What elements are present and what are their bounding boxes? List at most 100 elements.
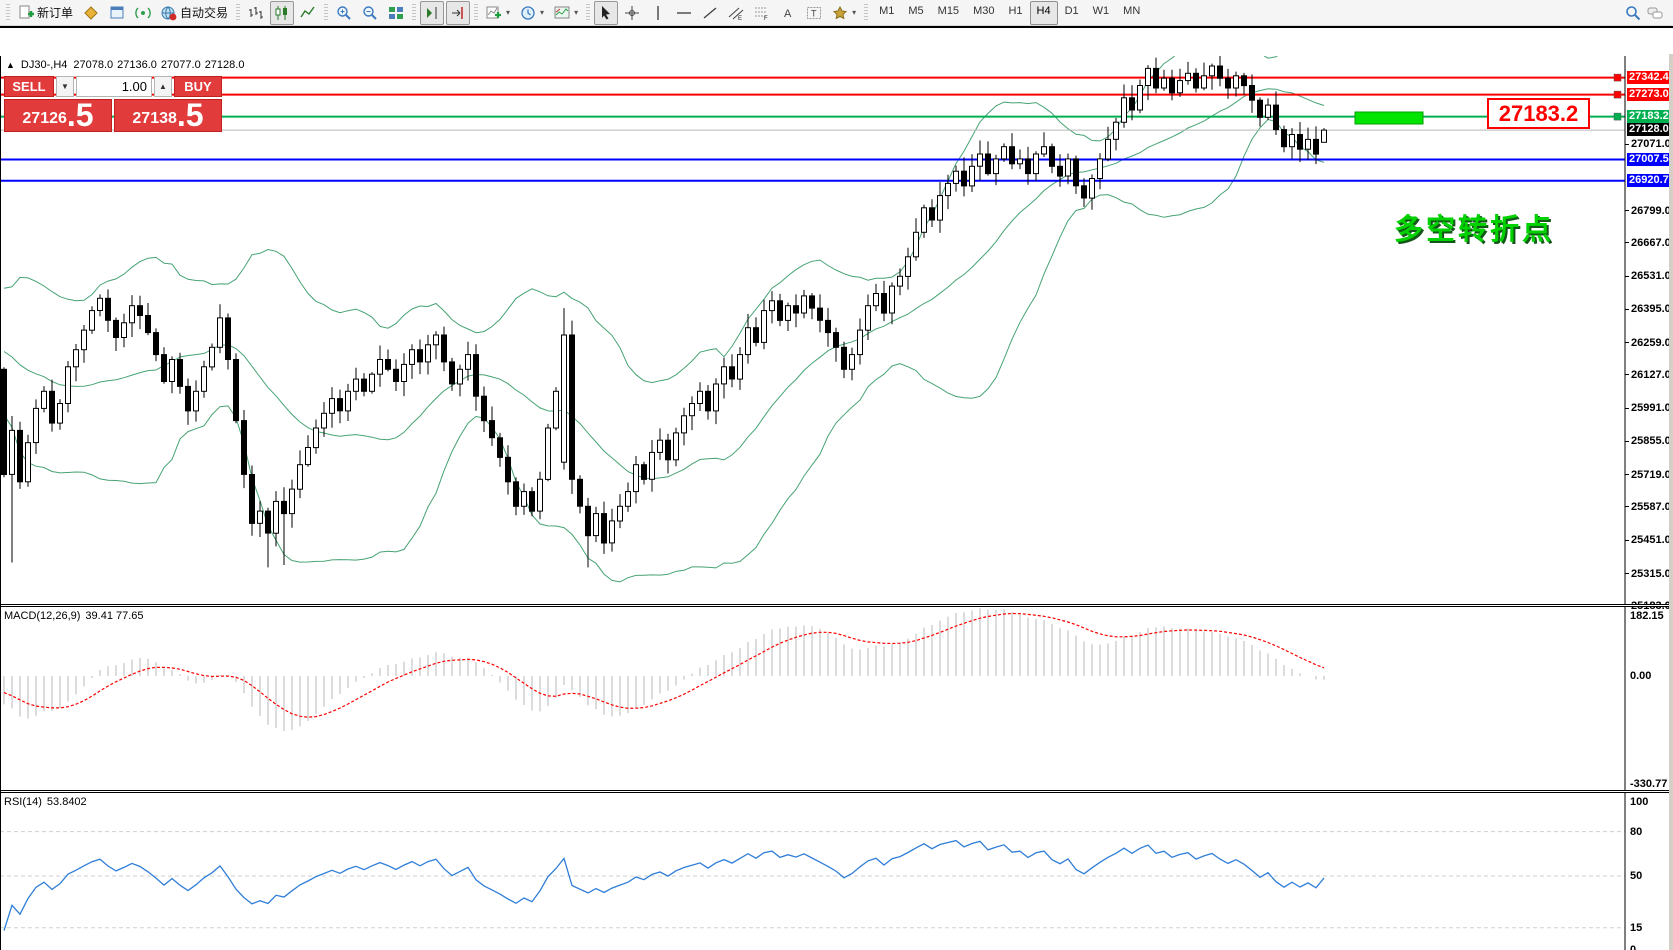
sell-price-box[interactable]: 27126.5 bbox=[4, 99, 112, 132]
svg-text:F: F bbox=[764, 16, 768, 21]
timeframe-button-M1[interactable]: M1 bbox=[872, 1, 901, 25]
collapse-arrow-icon[interactable]: ▲ bbox=[6, 60, 15, 70]
timeframe-button-MN[interactable]: MN bbox=[1116, 1, 1147, 25]
svg-text:A: A bbox=[784, 8, 792, 20]
dropdown-arrow-icon: ▾ bbox=[574, 8, 578, 17]
ohlc-open: 27078.0 bbox=[73, 59, 113, 71]
rsi-scale-50: 50 bbox=[1630, 870, 1642, 882]
rsi-scale-80: 80 bbox=[1630, 826, 1642, 838]
rsi-scale-0: 0 bbox=[1630, 944, 1636, 950]
auto-trading-button[interactable]: 自动交易 bbox=[157, 1, 232, 25]
ohlc-close: 27128.0 bbox=[205, 59, 245, 71]
price-tick-26259.0: 26259.0 bbox=[1631, 337, 1671, 349]
price-tick-25855.0: 25855.0 bbox=[1631, 435, 1671, 447]
price-label-26920.7: 26920.7 bbox=[1627, 174, 1673, 187]
search-icon[interactable] bbox=[1625, 5, 1641, 21]
shapes-button[interactable]: ▾ bbox=[828, 1, 860, 25]
timeframe-button-H4[interactable]: H4 bbox=[1030, 1, 1058, 25]
toolbar-gripper bbox=[474, 4, 478, 22]
cursor-button[interactable] bbox=[594, 1, 618, 25]
rsi-scale-15: 15 bbox=[1630, 922, 1642, 934]
crosshair-button[interactable] bbox=[620, 1, 644, 25]
ohlc-high: 27136.0 bbox=[117, 59, 157, 71]
buy-price-main: 27138 bbox=[132, 108, 177, 130]
price-tick-25587.0: 25587.0 bbox=[1631, 501, 1671, 513]
timeframe-button-H1[interactable]: H1 bbox=[1001, 1, 1029, 25]
vertical-line-button[interactable] bbox=[646, 1, 670, 25]
mt4-window: 新订单 自动交易 bbox=[0, 0, 1673, 950]
toolbar-gripper bbox=[236, 4, 240, 22]
ohlc-low: 27077.0 bbox=[161, 59, 201, 71]
timeframe-button-M15[interactable]: M15 bbox=[931, 1, 966, 25]
macd-value: 39.41 bbox=[85, 610, 113, 622]
market-watch-button[interactable] bbox=[79, 1, 103, 25]
volume-increase-button[interactable]: ▲ bbox=[154, 76, 172, 97]
zoom-in-button[interactable] bbox=[332, 1, 356, 25]
new-order-button[interactable]: 新订单 bbox=[14, 1, 77, 25]
navigator-button[interactable] bbox=[131, 1, 155, 25]
channel-button[interactable]: E bbox=[724, 1, 748, 25]
buy-button[interactable]: BUY bbox=[174, 76, 222, 97]
price-tick-26127.0: 26127.0 bbox=[1631, 369, 1671, 381]
timeframe-group: M1M5M15M30H1H4D1W1MN bbox=[872, 1, 1147, 25]
new-order-label: 新订单 bbox=[37, 4, 73, 21]
timeframe-button-W1[interactable]: W1 bbox=[1086, 1, 1117, 25]
price-label-27342.4: 27342.4 bbox=[1627, 71, 1673, 84]
fibonacci-button[interactable]: F bbox=[750, 1, 774, 25]
cn-annotation-text[interactable]: 多空转折点 bbox=[1394, 206, 1554, 248]
sell-button[interactable]: SELL bbox=[4, 76, 54, 97]
fibonacci-icon: F bbox=[754, 5, 770, 21]
text-button[interactable]: A bbox=[776, 1, 800, 25]
navigator-icon bbox=[135, 5, 151, 21]
templates-icon bbox=[554, 5, 570, 21]
horizontal-line-button[interactable] bbox=[672, 1, 696, 25]
periods-button[interactable]: ▾ bbox=[516, 1, 548, 25]
bar-chart-button[interactable] bbox=[244, 1, 268, 25]
macd-scale-0.00: 0.00 bbox=[1630, 670, 1651, 682]
tile-windows-button[interactable] bbox=[384, 1, 408, 25]
price-tick-mark bbox=[1625, 408, 1629, 409]
toolbar: 新订单 自动交易 bbox=[0, 0, 1673, 26]
auto-scroll-button[interactable] bbox=[446, 1, 470, 25]
price-tick-27071.0: 27071.0 bbox=[1631, 138, 1671, 150]
macd-header: MACD(12,26,9) 39.41 77.65 bbox=[4, 610, 143, 622]
buy-price-box[interactable]: 27138.5 bbox=[114, 99, 222, 132]
data-window-icon bbox=[109, 5, 125, 21]
timeframe-button-M5[interactable]: M5 bbox=[901, 1, 930, 25]
price-tick-mark bbox=[1625, 573, 1629, 574]
price-tick-26395.0: 26395.0 bbox=[1631, 303, 1671, 315]
trendline-button[interactable] bbox=[698, 1, 722, 25]
volume-decrease-button[interactable]: ▼ bbox=[56, 76, 74, 97]
timeframe-button-M30[interactable]: M30 bbox=[966, 1, 1001, 25]
dropdown-arrow-icon: ▾ bbox=[852, 8, 856, 17]
price-label-27183.2: 27183.2 bbox=[1627, 110, 1673, 123]
dropdown-arrow-icon: ▾ bbox=[506, 8, 510, 17]
main-macd-separator[interactable] bbox=[0, 604, 1673, 607]
macd-rsi-separator[interactable] bbox=[0, 790, 1673, 793]
chat-icon[interactable] bbox=[1647, 5, 1663, 21]
rsi-name: RSI(14) bbox=[4, 796, 42, 808]
timeframe-button-D1[interactable]: D1 bbox=[1058, 1, 1086, 25]
price-tick-mark bbox=[1625, 540, 1629, 541]
price-tick-mark bbox=[1625, 309, 1629, 310]
price-tick-25315.0: 25315.0 bbox=[1631, 568, 1671, 580]
data-window-button[interactable] bbox=[105, 1, 129, 25]
sell-price-frac: .5 bbox=[67, 100, 94, 130]
price-tick-mark bbox=[1625, 242, 1629, 243]
indicators-button[interactable]: ▾ bbox=[482, 1, 514, 25]
text-label-button[interactable]: T bbox=[802, 1, 826, 25]
svg-text:T: T bbox=[811, 8, 817, 18]
chart-shift-icon bbox=[424, 5, 440, 21]
line-chart-button[interactable] bbox=[296, 1, 320, 25]
chart-shift-button[interactable] bbox=[420, 1, 444, 25]
new-order-icon bbox=[18, 5, 34, 21]
indicators-icon bbox=[486, 5, 502, 21]
templates-button[interactable]: ▾ bbox=[550, 1, 582, 25]
candlestick-chart-button[interactable] bbox=[270, 1, 294, 25]
volume-input[interactable]: 1.00 bbox=[76, 76, 152, 97]
price-callout-box[interactable]: 27183.2 bbox=[1487, 98, 1590, 129]
channel-icon: E bbox=[728, 5, 744, 21]
dropdown-arrow-icon: ▾ bbox=[540, 8, 544, 17]
toolbar-gripper bbox=[324, 4, 328, 22]
zoom-out-button[interactable] bbox=[358, 1, 382, 25]
